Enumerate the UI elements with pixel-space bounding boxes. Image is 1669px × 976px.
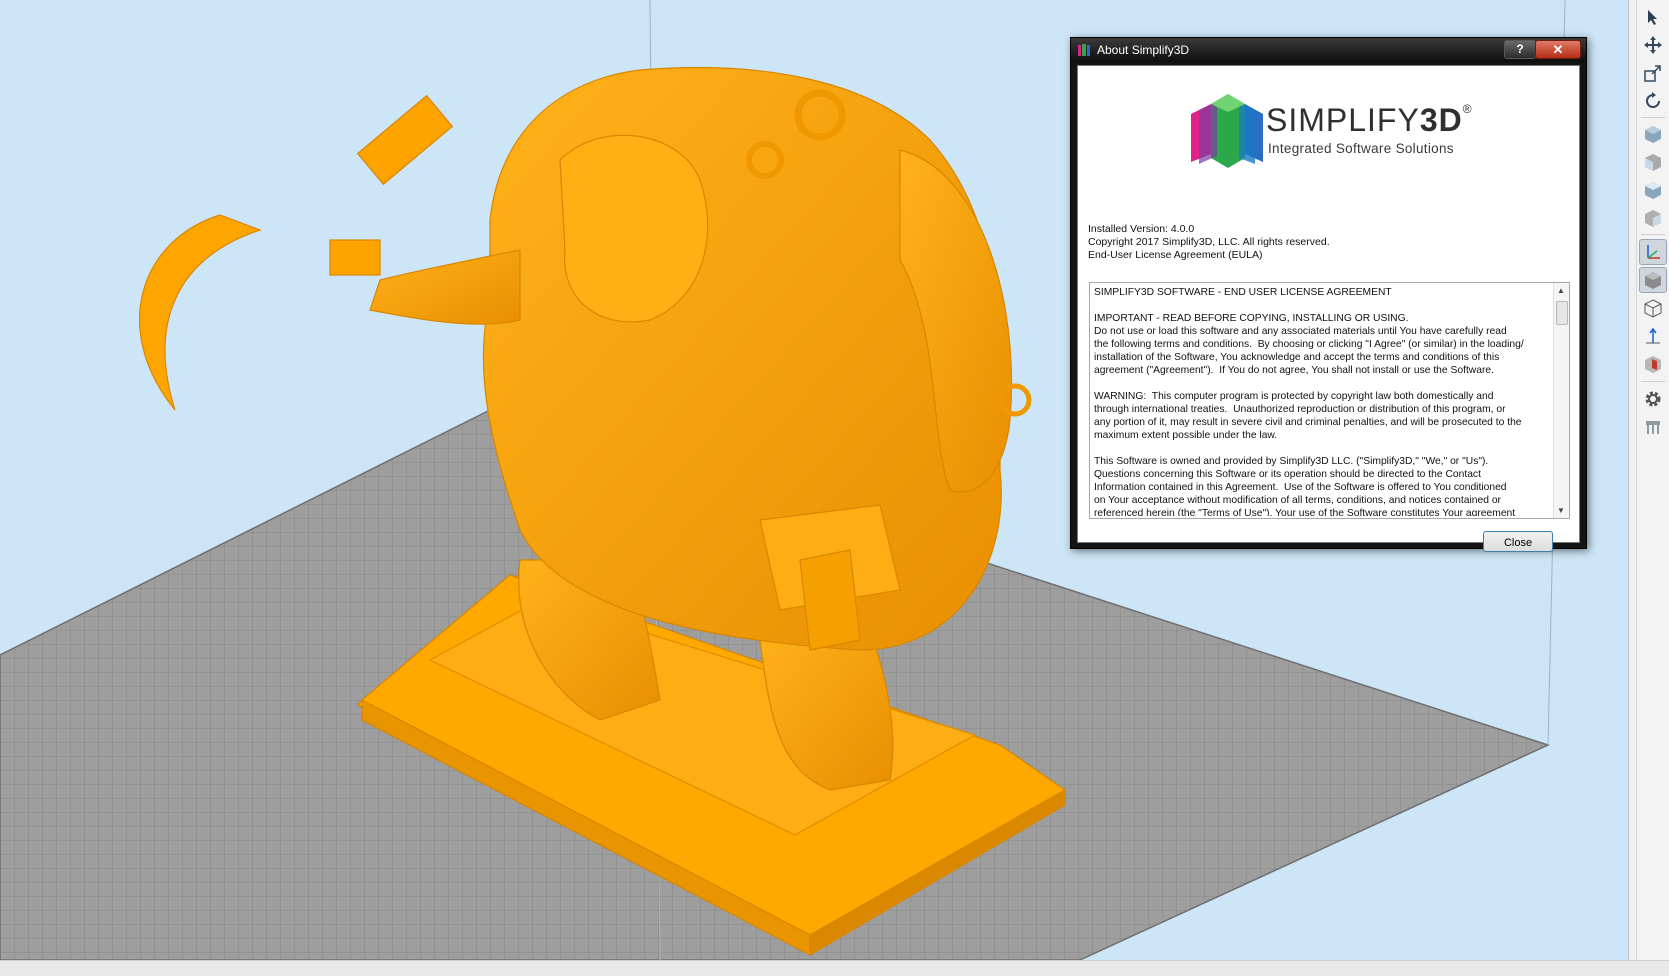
eula-textbox[interactable]: SIMPLIFY3D SOFTWARE - END USER LICENSE A… [1089,282,1570,519]
eula-paragraph: SIMPLIFY3D SOFTWARE - END USER LICENSE A… [1094,287,1392,298]
help-button[interactable]: ? [1504,40,1536,59]
brand-tagline: Integrated Software Solutions [1268,141,1454,156]
view-toolbar [1636,0,1669,960]
move-icon[interactable] [1639,32,1667,58]
view-top-cube-icon[interactable] [1639,177,1667,203]
supports-icon[interactable] [1639,414,1667,440]
view-front-cube-icon[interactable] [1639,149,1667,175]
gear-icon[interactable] [1639,386,1667,412]
axes-icon[interactable] [1639,239,1667,265]
scroll-thumb[interactable] [1556,301,1568,325]
eula-label: End-User License Agreement (EULA) [1088,249,1263,261]
scroll-down-icon[interactable]: ▼ [1557,506,1565,515]
scale-icon[interactable] [1639,60,1667,86]
select-arrow-icon[interactable] [1639,4,1667,30]
scroll-up-icon[interactable]: ▲ [1557,286,1565,295]
close-window-button[interactable]: ✕ [1535,40,1581,59]
simplify3d-app-icon [1078,44,1090,56]
dialog-content: SIMPLIFY3D® Integrated Software Solution… [1077,65,1580,552]
view-default-cube-icon[interactable] [1639,121,1667,147]
brand-suffix: 3D [1419,102,1463,138]
installed-version: Installed Version: 4.0.0 [1088,223,1195,235]
dialog-title: About Simplify3D [1097,43,1190,57]
registered-mark: ® [1462,102,1473,117]
copyright-text: Copyright 2017 Simplify3D, LLC. All righ… [1088,236,1330,248]
view-side-cube-icon[interactable] [1639,205,1667,231]
eula-text[interactable]: SIMPLIFY3D SOFTWARE - END USER LICENSE A… [1094,286,1549,516]
brand-name: SIMPLIFY3D® [1266,102,1473,139]
dialog-titlebar[interactable]: About Simplify3D ? ✕ [1071,38,1586,62]
solid-cube-icon[interactable] [1639,267,1667,293]
eula-scrollbar[interactable]: ▲ ▼ [1553,283,1569,518]
close-button[interactable]: Close [1483,531,1553,552]
eula-paragraph: IMPORTANT - READ BEFORE COPYING, INSTALL… [1094,313,1524,376]
wireframe-cube-icon[interactable] [1639,295,1667,321]
eula-paragraph: WARNING: This computer program is protec… [1094,391,1522,441]
status-bar [0,960,1669,976]
cross-section-icon[interactable] [1639,351,1667,377]
about-dialog: About Simplify3D ? ✕ SIMPLIFY3D® Integra… [1070,37,1587,552]
eula-paragraph: This Software is owned and provided by S… [1094,456,1516,516]
brand-prefix: SIMPLIFY [1266,102,1420,138]
rotate-icon[interactable] [1639,88,1667,114]
normals-icon[interactable] [1639,323,1667,349]
